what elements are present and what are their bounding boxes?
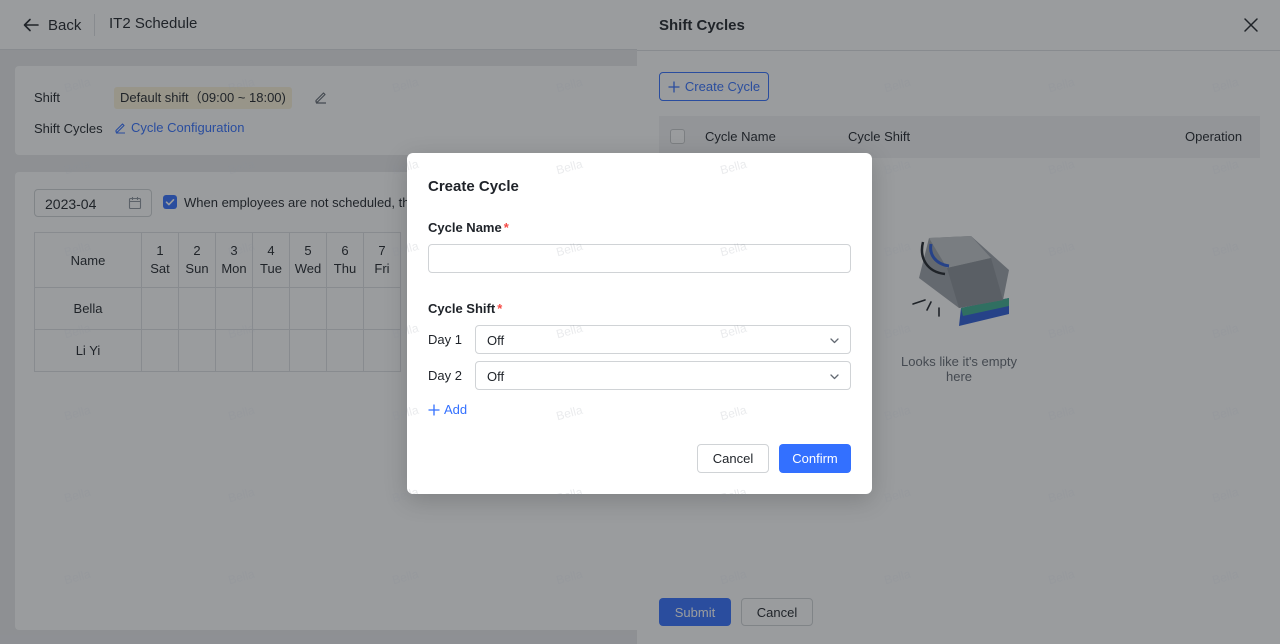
cycle-name-label: Cycle Name * (428, 220, 509, 235)
modal-title: Create Cycle (428, 178, 519, 195)
cycle-name-input[interactable] (428, 244, 851, 273)
day-2-shift-value: Off (487, 369, 505, 384)
plus-icon (428, 403, 440, 416)
modal-cancel-button[interactable]: Cancel (697, 444, 769, 473)
required-mark: * (497, 301, 503, 316)
day-2-shift-select[interactable]: Off (475, 361, 851, 390)
modal-confirm-button[interactable]: Confirm (779, 444, 851, 473)
required-mark: * (503, 220, 509, 235)
day-1-label: Day 1 (428, 332, 462, 347)
create-cycle-modal: Create Cycle Cycle Name * Cycle Shift * Da… (407, 153, 872, 494)
chevron-down-icon (830, 374, 839, 380)
add-day-label: Add (444, 402, 468, 417)
day-1-shift-select[interactable]: Off (475, 325, 851, 354)
add-day-button[interactable]: Add (428, 402, 467, 417)
cycle-shift-label: Cycle Shift * (428, 301, 503, 316)
chevron-down-icon (830, 338, 839, 344)
day-1-shift-value: Off (487, 333, 505, 348)
day-2-label: Day 2 (428, 368, 462, 383)
